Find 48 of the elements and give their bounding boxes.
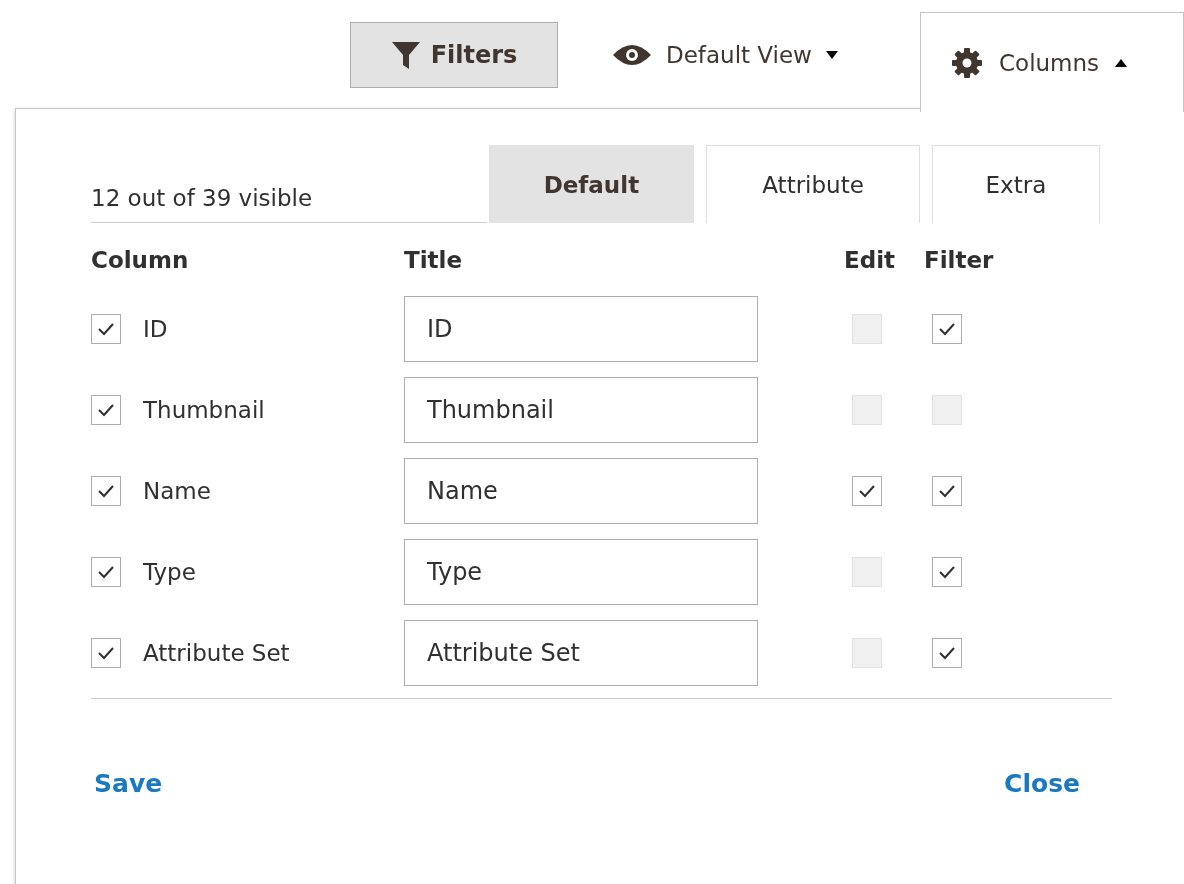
- title-input[interactable]: Attribute Set: [404, 620, 758, 686]
- title-input[interactable]: Thumbnail: [404, 377, 758, 443]
- checkmark-icon: [97, 484, 115, 498]
- column-label: Name: [143, 478, 211, 504]
- title-input[interactable]: ID: [404, 296, 758, 362]
- column-label: Attribute Set: [143, 640, 290, 666]
- close-link[interactable]: Close: [1004, 769, 1080, 798]
- gear-icon: [951, 46, 983, 79]
- checkbox[interactable]: [91, 395, 121, 425]
- tab[interactable]: Default: [488, 145, 695, 223]
- checkbox[interactable]: [852, 476, 882, 506]
- tab[interactable]: Attribute: [706, 145, 920, 223]
- checkmark-icon: [97, 565, 115, 579]
- checkmark-icon: [938, 322, 956, 336]
- filter-icon: [390, 40, 421, 70]
- save-link[interactable]: Save: [94, 769, 163, 798]
- caret-icon: [1115, 58, 1128, 67]
- checkbox[interactable]: [932, 314, 962, 344]
- title-input[interactable]: Name: [404, 458, 758, 524]
- checkbox[interactable]: [91, 557, 121, 587]
- checkbox[interactable]: [91, 476, 121, 506]
- checkbox[interactable]: [932, 638, 962, 668]
- checkmark-icon: [858, 484, 876, 498]
- checkbox[interactable]: [932, 557, 962, 587]
- visible-count: 12 out of 39 visible: [91, 185, 314, 211]
- checkbox[interactable]: [91, 638, 121, 668]
- checkmark-icon: [97, 322, 115, 336]
- column-header: Filter: [924, 247, 995, 275]
- column-header: Title: [404, 247, 464, 275]
- column-header: Column: [91, 247, 190, 275]
- columns-dropdown[interactable]: Columns: [920, 12, 1184, 112]
- tab[interactable]: Extra: [931, 145, 1100, 223]
- default-view-dropdown[interactable]: Default View: [612, 22, 838, 88]
- column-label: ID: [143, 316, 168, 342]
- checkbox[interactable]: [932, 476, 962, 506]
- column-label: Thumbnail: [143, 397, 265, 423]
- caret-icon: [825, 51, 838, 59]
- eye-icon: [612, 43, 652, 67]
- checkmark-icon: [97, 403, 115, 417]
- filters-button[interactable]: Filters: [350, 22, 558, 88]
- column-label: Type: [143, 559, 196, 585]
- column-header: Edit: [844, 247, 897, 275]
- checkmark-icon: [938, 646, 956, 660]
- title-input[interactable]: Type: [404, 539, 758, 605]
- checkmark-icon: [938, 484, 956, 498]
- checkbox[interactable]: [91, 314, 121, 344]
- checkmark-icon: [938, 565, 956, 579]
- checkmark-icon: [97, 646, 115, 660]
